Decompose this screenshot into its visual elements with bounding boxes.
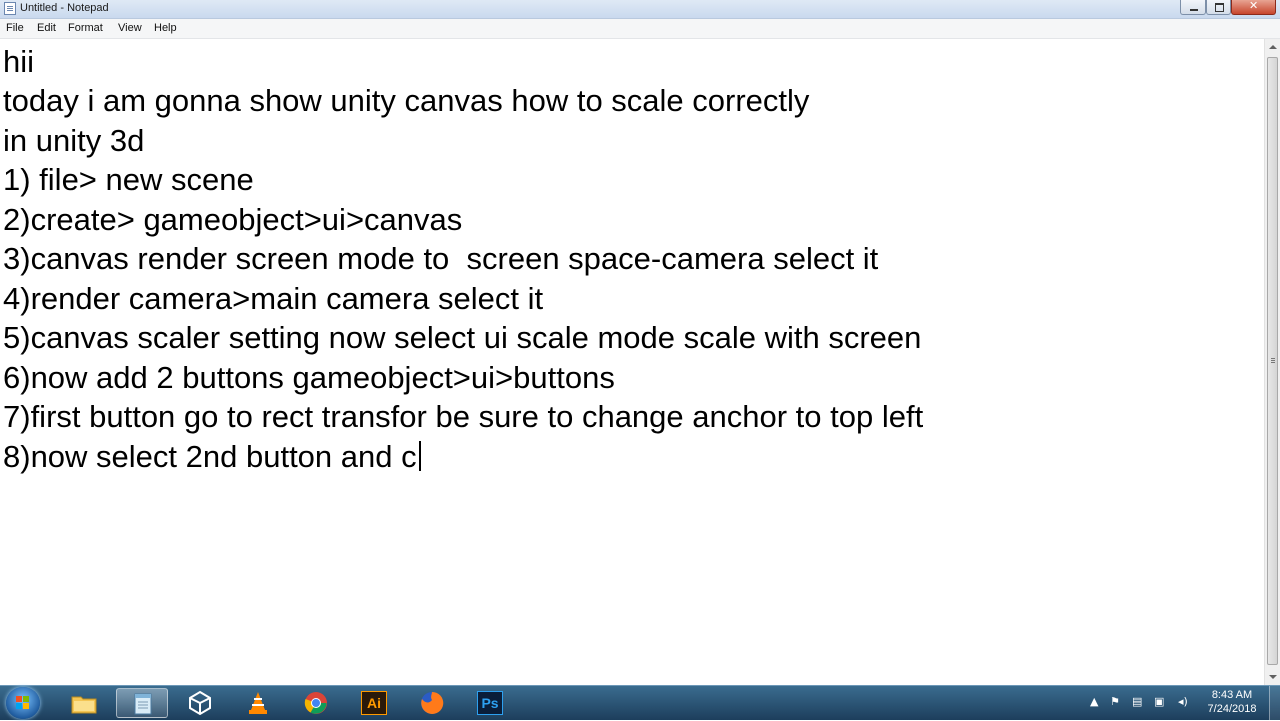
text-line-9: 6)now add 2 buttons gameobject>ui>button… [3,360,615,395]
text-line-4: 1) file> new scene [3,162,254,197]
taskbar-chrome[interactable] [290,688,342,718]
photoshop-icon: Ps [477,691,503,715]
maximize-button[interactable] [1206,0,1231,15]
scroll-up-arrow-icon[interactable] [1265,39,1280,55]
show-desktop-button[interactable] [1269,686,1280,721]
chrome-icon [303,691,329,715]
network-icon[interactable]: ▣ [1154,695,1164,708]
minimize-button[interactable] [1180,0,1206,15]
photoshop-label: Ps [481,695,499,711]
device-icon[interactable]: ▤ [1132,695,1142,708]
taskbar-notepad[interactable] [116,688,168,718]
action-center-flag-icon[interactable]: ⚑ [1110,695,1120,708]
title-bar[interactable]: Untitled - Notepad [0,0,1280,19]
vlc-cone-icon [245,691,271,715]
illustrator-label: Ai [367,695,381,711]
scroll-down-arrow-icon[interactable] [1265,669,1280,685]
text-line-1: hii [3,44,35,79]
text-line-3: in unity 3d [3,123,145,158]
clock-date: 7/24/2018 [1207,703,1257,715]
clock-time: 8:43 AM [1211,689,1253,701]
text-line-2: today i am gonna show unity canvas how t… [3,83,810,118]
menu-file[interactable]: File [6,22,24,34]
text-line-11: 8)now select 2nd button and c [3,437,421,477]
vertical-scrollbar[interactable] [1264,39,1280,685]
start-button[interactable] [6,687,40,719]
text-line-8: 5)canvas scaler setting now select ui sc… [3,320,922,355]
text-line-11-content: 8)now select 2nd button and c [3,439,417,474]
windows-logo-icon [16,696,30,710]
text-line-10: 7)first button go to rect transfor be su… [3,399,924,434]
system-clock[interactable]: 8:43 AM 7/24/2018 [1196,688,1268,716]
taskbar-firefox[interactable] [406,688,458,718]
taskbar-vlc[interactable] [232,688,284,718]
taskbar-illustrator[interactable]: Ai [348,688,400,718]
taskbar-explorer[interactable] [58,688,110,718]
notepad-icon [4,2,16,15]
close-button[interactable] [1231,0,1276,15]
taskbar-unity[interactable] [174,688,226,718]
notepad-icon [130,692,156,716]
taskbar-photoshop[interactable]: Ps [464,688,516,718]
firefox-icon [419,691,445,715]
text-line-7: 4)render camera>main camera select it [3,281,544,316]
menu-bar: File Edit Format View Help [0,19,1280,39]
menu-format[interactable]: Format [68,22,103,34]
folder-icon [71,691,97,715]
grip-icon [1271,358,1275,359]
taskbar: Ai Ps ▲ ⚑ ▤ ▣ ◂) 8:43 AM 7/24/2018 [0,685,1280,721]
text-line-5: 2)create> gameobject>ui>canvas [3,202,463,237]
text-caret [418,441,421,471]
volume-icon[interactable]: ◂) [1178,695,1188,708]
menu-help[interactable]: Help [154,22,177,34]
window-title: Untitled - Notepad [20,2,109,14]
text-line-6: 3)canvas render screen mode to screen sp… [3,241,879,276]
show-hidden-icons-icon[interactable]: ▲ [1090,695,1098,708]
menu-edit[interactable]: Edit [37,22,56,34]
unity-icon [187,690,213,716]
scrollbar-thumb[interactable] [1267,57,1278,665]
menu-view[interactable]: View [118,22,142,34]
text-editor[interactable]: hii today i am gonna show unity canvas h… [0,39,1264,685]
illustrator-icon: Ai [361,691,387,715]
